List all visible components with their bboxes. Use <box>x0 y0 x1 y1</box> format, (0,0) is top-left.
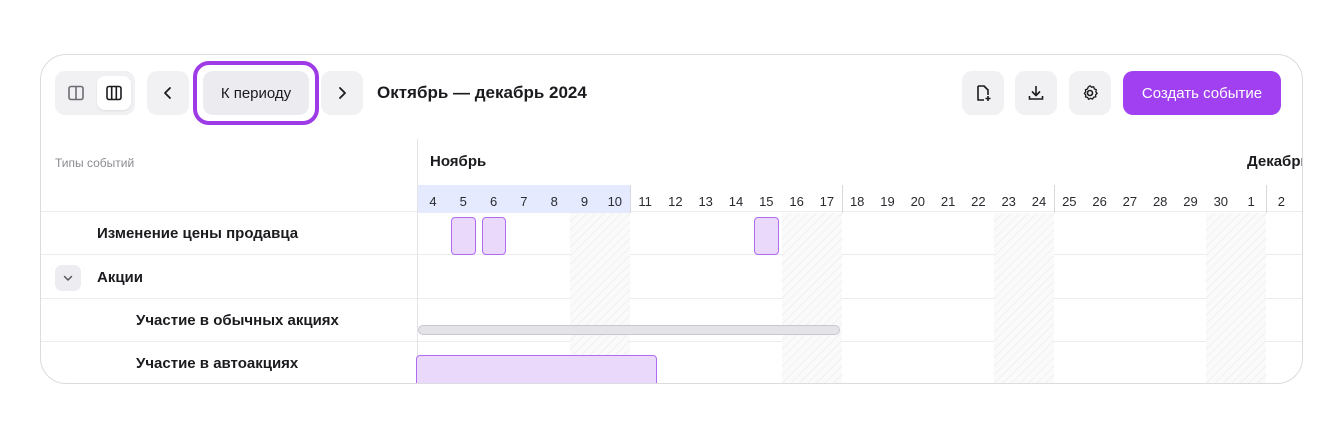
price-change-event[interactable] <box>754 217 779 255</box>
price-change-event[interactable] <box>451 217 476 255</box>
weekend-column <box>1205 213 1267 383</box>
day-label: 23 <box>1001 193 1016 209</box>
day-label: 9 <box>580 193 589 209</box>
chevron-down-icon <box>63 275 73 281</box>
create-event-button[interactable]: Создать событие <box>1123 71 1281 115</box>
weekend-column <box>781 213 843 383</box>
day-label: 14 <box>728 193 744 209</box>
day-label: 17 <box>819 193 835 209</box>
planner-card: К периоду Октябрь — декабрь 2024 Создать… <box>40 54 1303 384</box>
settings-icon <box>1083 85 1098 100</box>
columns-view-icon <box>106 85 122 101</box>
regular-promotion-event[interactable] <box>416 355 658 383</box>
add-file-button[interactable] <box>962 71 1004 115</box>
weekend-column <box>993 213 1055 383</box>
day-label: 6 <box>489 193 498 209</box>
day-label: 28 <box>1152 193 1168 209</box>
promotions-group-bar[interactable] <box>418 325 841 335</box>
day-label: 12 <box>668 193 683 209</box>
download-icon <box>1028 86 1044 100</box>
view-toggle <box>55 71 135 115</box>
day-label: 13 <box>698 193 713 209</box>
split-view-button[interactable] <box>59 76 93 110</box>
to-period-button[interactable]: К периоду <box>203 71 309 115</box>
columns-view-button[interactable] <box>97 76 131 110</box>
event-types-header: Типы событий <box>55 156 135 170</box>
day-label: 1 <box>1247 193 1255 209</box>
day-label: 15 <box>759 193 774 209</box>
chevron-right-icon <box>339 87 346 99</box>
range-title: Октябрь — декабрь 2024 <box>377 83 587 102</box>
day-label: 18 <box>849 193 865 209</box>
period-focus-ring: К периоду <box>193 61 319 125</box>
day-label: 7 <box>520 193 528 209</box>
timeline[interactable]: 4 5 6 7 8 9 10 11 12 13 14 15 16 17 18 19 20 21 22 23 24 25 26… <box>416 139 1302 383</box>
day-label: 30 <box>1213 193 1229 209</box>
day-label: 2 <box>1277 193 1285 209</box>
day-label: 19 <box>880 193 895 209</box>
day-label: 5 <box>459 193 467 209</box>
add-file-icon <box>977 85 991 101</box>
row-label-price-change: Изменение цены продавца <box>97 225 299 242</box>
day-label: 4 <box>429 193 437 209</box>
row-label-auto-promotions: Участие в автоакциях <box>136 355 299 372</box>
split-view-icon <box>68 85 84 101</box>
day-label: 10 <box>607 193 623 209</box>
day-label: 11 <box>638 193 652 209</box>
price-change-event[interactable] <box>481 217 506 255</box>
day-label: 29 <box>1183 193 1198 209</box>
prev-period-button[interactable] <box>147 71 189 115</box>
collapse-promotions-button[interactable] <box>55 265 81 291</box>
day-label: 24 <box>1031 193 1047 209</box>
day-label: 27 <box>1122 193 1138 209</box>
day-label: 8 <box>550 193 558 209</box>
next-period-button[interactable] <box>321 71 363 115</box>
day-label: 16 <box>789 193 804 209</box>
chevron-left-icon <box>164 87 171 99</box>
day-label: 20 <box>910 193 926 209</box>
day-label: 22 <box>971 193 986 209</box>
row-label-promotions: Акции <box>97 269 144 286</box>
day-label: 25 <box>1062 193 1077 209</box>
month-label-november: Ноябрь <box>430 153 487 170</box>
day-label: 21 <box>940 193 956 209</box>
day-label: 26 <box>1092 193 1107 209</box>
settings-button[interactable] <box>1069 71 1111 115</box>
month-label-december: Декабрь <box>1247 153 1302 170</box>
row-label-regular-promotions: Участие в обычных акциях <box>136 312 339 329</box>
download-button[interactable] <box>1015 71 1057 115</box>
timeline-grid: 4 5 6 7 8 9 10 11 12 13 14 15 16 17 18 19 20 21 22 23 24 25 26… <box>416 139 1302 383</box>
